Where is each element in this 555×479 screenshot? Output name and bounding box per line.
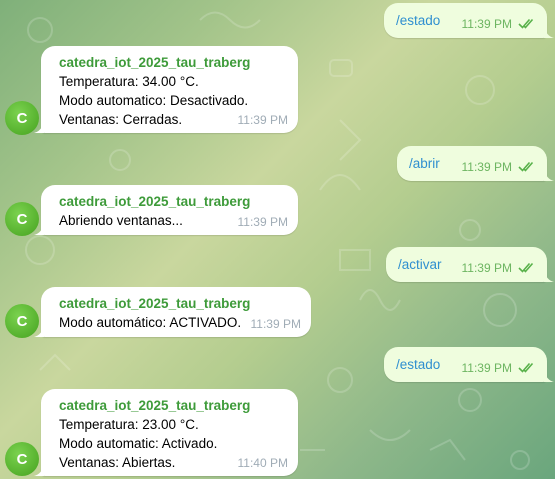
message-meta: 11:39 PM [462, 11, 535, 31]
double-check-icon [518, 362, 535, 373]
bot-avatar[interactable]: C [5, 101, 39, 135]
outgoing-message[interactable]: /activar 11:39 PM [386, 247, 554, 282]
sender-name[interactable]: catedra_iot_2025_tau_traberg [59, 397, 286, 415]
message-time: 11:39 PM [461, 260, 512, 275]
bubble-tail [544, 169, 554, 181]
message-time: 11:39 PM [237, 113, 288, 127]
message-text-line: Modo automatico: Desactivado. [59, 93, 249, 108]
sender-name[interactable]: catedra_iot_2025_tau_traberg [59, 193, 286, 211]
outgoing-message[interactable]: /estado 11:39 PM [384, 3, 554, 38]
chat-history: /estado 11:39 PM catedra_iot_2025_tau_tr… [0, 0, 555, 479]
bot-avatar[interactable]: C [5, 202, 39, 236]
command-link[interactable]: /estado [396, 13, 440, 28]
double-check-icon [518, 262, 535, 273]
message-time: 11:39 PM [237, 215, 288, 229]
message-text-line: Modo automatic: Activado. [59, 436, 218, 451]
message-text-line: Temperatura: 34.00 °C. [59, 74, 199, 89]
command-link[interactable]: /estado [396, 357, 440, 372]
incoming-message[interactable]: catedra_iot_2025_tau_traberg Abriendo ve… [34, 185, 298, 235]
incoming-message[interactable]: catedra_iot_2025_tau_traberg Temperatura… [34, 389, 298, 476]
double-check-icon [518, 18, 535, 29]
message-time: 11:39 PM [461, 16, 512, 31]
command-link[interactable]: /abrir [409, 156, 440, 171]
command-link[interactable]: /activar [398, 257, 442, 272]
sender-name[interactable]: catedra_iot_2025_tau_traberg [59, 54, 286, 72]
incoming-message[interactable]: catedra_iot_2025_tau_traberg Temperatura… [34, 46, 298, 133]
incoming-message[interactable]: catedra_iot_2025_tau_traberg Modo automá… [34, 287, 311, 337]
message-time: 11:40 PM [237, 456, 288, 470]
bot-avatar[interactable]: C [5, 304, 39, 338]
message-meta: 11:39 PM [462, 355, 535, 375]
bot-avatar[interactable]: C [5, 442, 39, 476]
bubble-tail [544, 270, 554, 282]
message-meta: 11:39 PM [462, 154, 535, 174]
message-time: 11:39 PM [250, 317, 301, 331]
outgoing-message[interactable]: /abrir 11:39 PM [397, 146, 554, 181]
message-time: 11:39 PM [461, 159, 512, 174]
bubble-tail [544, 26, 554, 38]
message-time: 11:39 PM [461, 360, 512, 375]
outgoing-message[interactable]: /estado 11:39 PM [384, 347, 554, 382]
sender-name[interactable]: catedra_iot_2025_tau_traberg [59, 295, 299, 313]
bubble-tail [544, 370, 554, 382]
message-text-line: Temperatura: 23.00 °C. [59, 417, 199, 432]
message-meta: 11:39 PM [462, 255, 535, 275]
double-check-icon [518, 161, 535, 172]
